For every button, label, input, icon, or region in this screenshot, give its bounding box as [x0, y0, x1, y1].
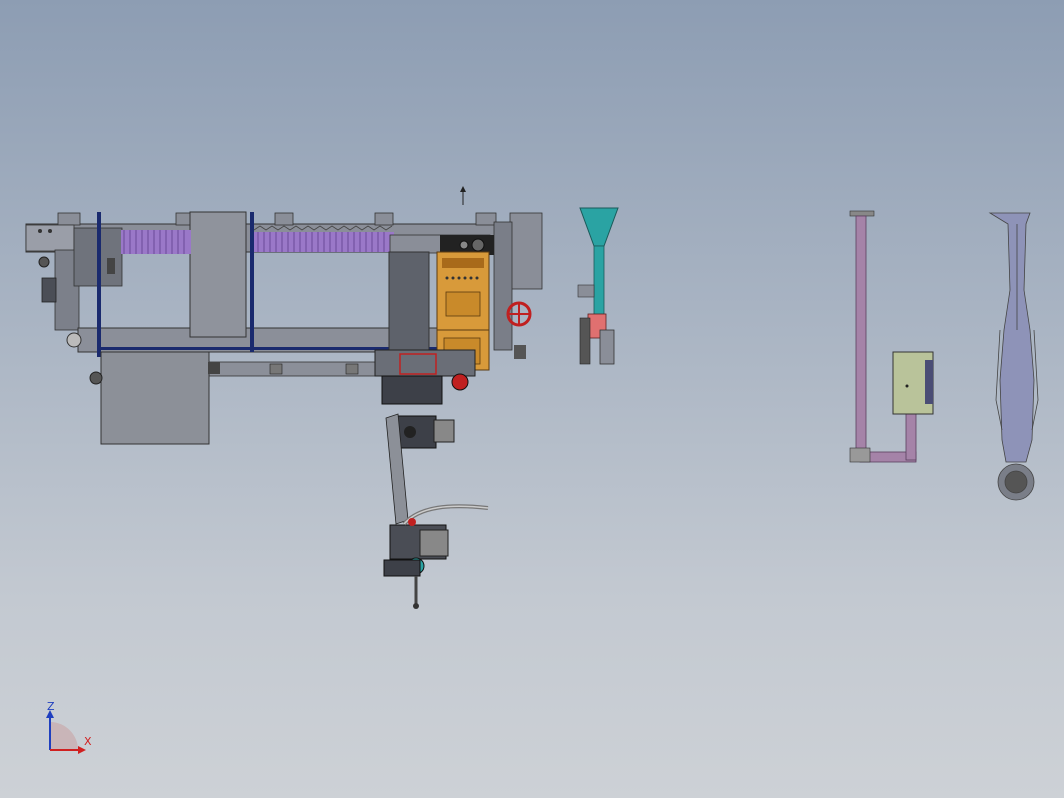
x-axis-label: X	[84, 735, 92, 748]
control-box[interactable]	[892, 351, 934, 415]
human-figure	[988, 212, 1039, 501]
orientation-triad: Z X	[46, 700, 92, 754]
fume-extraction-funnel[interactable]	[577, 207, 619, 365]
cad-viewport[interactable]: Z X	[0, 0, 1064, 798]
z-axis-label: Z	[47, 700, 55, 713]
exhaust-duct[interactable]	[849, 210, 917, 463]
robot-arm[interactable]	[374, 349, 489, 609]
handwheel[interactable]	[506, 301, 532, 327]
direction-marker	[460, 186, 466, 205]
